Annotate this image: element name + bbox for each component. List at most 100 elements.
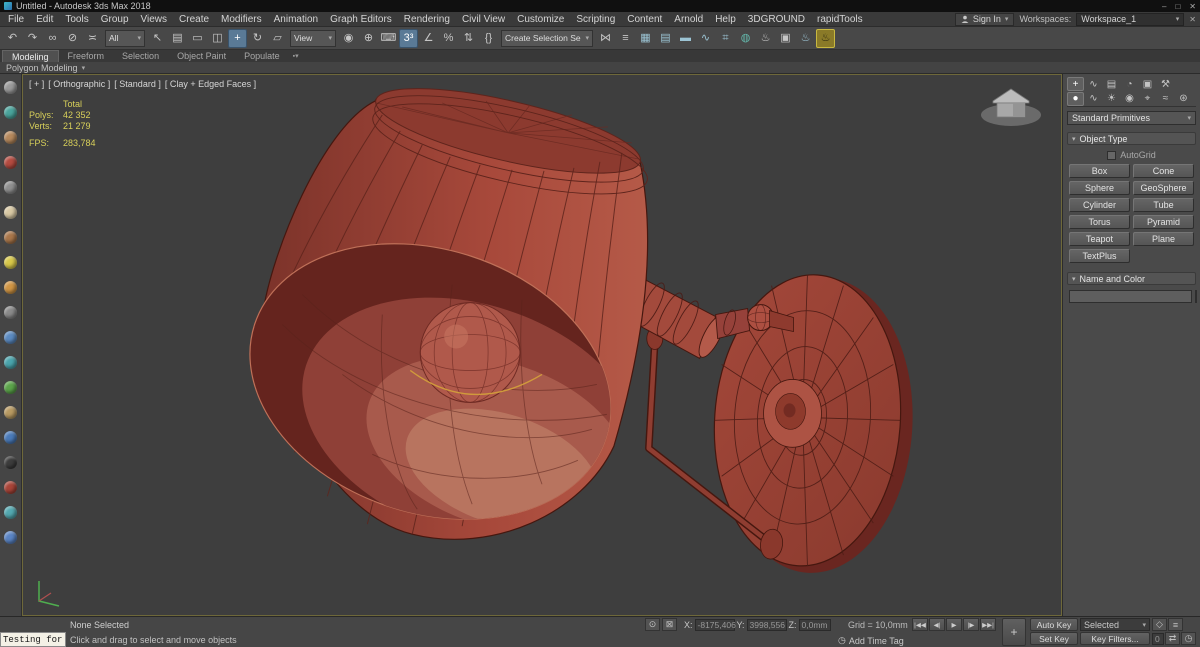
render-setup-icon[interactable]: ♨ [756, 29, 775, 48]
keyboard-shortcut-override-icon[interactable]: ⌨ [379, 29, 398, 48]
object-type-button[interactable]: Box [1069, 164, 1130, 178]
left-toolbar-icon[interactable] [3, 380, 19, 394]
ribbon-tab[interactable]: Modeling [2, 50, 59, 62]
curve-editor-icon[interactable]: ∿ [696, 29, 715, 48]
shapes-category[interactable]: ∿ [1085, 92, 1102, 106]
viewport[interactable]: [ + ] [ Orthographic ] [ Standard ] [ Cl… [22, 74, 1062, 616]
rendered-frame-icon[interactable]: ▣ [776, 29, 795, 48]
go-to-end-button[interactable]: ▶▶| [980, 618, 996, 631]
object-color-swatch[interactable] [1195, 290, 1197, 303]
redo-icon[interactable]: ↷ [23, 29, 42, 48]
select-and-link-icon[interactable]: ∞ [43, 29, 62, 48]
menu-item[interactable]: Graph Editors [324, 12, 398, 27]
primitives-dropdown[interactable]: Standard Primitives ▾ [1067, 111, 1196, 125]
left-toolbar-icon[interactable] [3, 305, 19, 319]
left-toolbar-icon[interactable] [3, 355, 19, 369]
snaps-toggle-icon[interactable]: 3³ [399, 28, 418, 48]
select-and-manipulate-icon[interactable]: ⊕ [359, 29, 378, 48]
menu-item[interactable]: Animation [268, 12, 324, 27]
viewcube[interactable] [973, 83, 1049, 129]
status-icon[interactable]: ≡ [1168, 618, 1183, 631]
ribbon-tab[interactable]: Object Paint [168, 50, 235, 62]
object-type-rollout[interactable]: ▾ Object Type [1067, 132, 1196, 145]
go-to-start-button[interactable]: |◀◀ [912, 618, 928, 631]
angle-snap-icon[interactable]: ∠ [419, 29, 438, 48]
spinner-snap-icon[interactable]: ⇅ [459, 29, 478, 48]
object-name-input[interactable] [1069, 290, 1192, 303]
ribbon-tab[interactable]: Selection [113, 50, 168, 62]
left-toolbar-icon[interactable] [3, 130, 19, 144]
systems-category[interactable]: ⊛ [1175, 92, 1192, 106]
lamp-model[interactable] [214, 75, 922, 583]
viewport-menu-pov[interactable]: [ Orthographic ] [48, 79, 110, 89]
menubar-close-icon[interactable]: ✕ [1189, 15, 1196, 24]
modify-tab[interactable]: ∿ [1085, 77, 1102, 91]
undo-icon[interactable]: ↶ [3, 29, 22, 48]
time-tag[interactable]: ◷ Add Time Tag [838, 635, 904, 646]
next-frame-button[interactable]: |▶ [963, 618, 979, 631]
set-key-button[interactable]: Set Key [1030, 632, 1078, 645]
create-tab[interactable]: + [1067, 77, 1084, 91]
left-toolbar-icon[interactable] [3, 180, 19, 194]
object-type-button[interactable]: TextPlus [1069, 249, 1130, 263]
object-type-button[interactable]: GeoSphere [1133, 181, 1194, 195]
name-color-rollout[interactable]: ▾ Name and Color [1067, 272, 1196, 285]
left-toolbar-icon[interactable] [3, 505, 19, 519]
close-button[interactable]: ✕ [1189, 2, 1196, 11]
reference-coordinate-dropdown[interactable]: View ▾ [290, 29, 336, 47]
ribbon-toggle-icon[interactable]: ▬ [676, 29, 695, 48]
menu-item[interactable]: File [2, 12, 30, 27]
rectangular-selection-region-icon[interactable]: ▭ [188, 29, 207, 48]
scene-explorer-icon[interactable]: ▦ [636, 29, 655, 48]
render-in-cloud-icon[interactable]: ♨ [796, 29, 815, 48]
z-coordinate-field[interactable]: 0,0mm [798, 619, 831, 631]
selection-lock-icon[interactable]: ⊠ [662, 618, 677, 631]
window-crossing-icon[interactable]: ◫ [208, 29, 227, 48]
object-type-button[interactable]: Tube [1133, 198, 1194, 212]
object-type-button[interactable]: Cylinder [1069, 198, 1130, 212]
workspace-dropdown[interactable]: Workspace_1 ▾ [1076, 12, 1185, 26]
motion-tab[interactable]: ◔ [1121, 77, 1138, 91]
material-editor-icon[interactable]: ◍ [736, 29, 755, 48]
y-coordinate-field[interactable]: 3998,556 [746, 619, 787, 631]
bind-to-space-warp-icon[interactable]: ≍ [83, 29, 102, 48]
object-type-button[interactable]: Torus [1069, 215, 1130, 229]
left-toolbar-icon[interactable] [3, 80, 19, 94]
left-toolbar-icon[interactable] [3, 280, 19, 294]
polygon-modeling-section[interactable]: Polygon Modeling [6, 63, 78, 73]
left-toolbar-icon[interactable] [3, 405, 19, 419]
percent-snap-icon[interactable]: % [439, 29, 458, 48]
schematic-view-icon[interactable]: ⌗ [716, 29, 735, 48]
use-pivot-point-icon[interactable]: ◉ [339, 29, 358, 48]
geometry-category[interactable]: ● [1067, 91, 1084, 106]
x-coordinate-field[interactable]: -8175,406 [694, 619, 736, 631]
isolate-selection-icon[interactable]: ⊙ [645, 618, 660, 631]
status-icon[interactable]: ◷ [1181, 632, 1196, 645]
menu-item[interactable]: Civil View [456, 12, 511, 27]
display-tab[interactable]: ▣ [1139, 77, 1156, 91]
viewport-menu-shading[interactable]: [ Clay + Edged Faces ] [165, 79, 256, 89]
sign-in-button[interactable]: Sign In ▾ [954, 12, 1015, 26]
ribbon-tab[interactable]: Freeform [59, 50, 114, 62]
ribbon-display-toggle-icon[interactable]: ▪▾ [293, 50, 299, 62]
align-icon[interactable]: ≡ [616, 29, 635, 48]
left-toolbar-icon[interactable] [3, 205, 19, 219]
menu-item[interactable]: Tools [59, 12, 94, 27]
select-object-icon[interactable]: ↖ [148, 29, 167, 48]
left-toolbar-icon[interactable] [3, 105, 19, 119]
key-filters-button[interactable]: Key Filters... [1080, 632, 1150, 645]
menu-item[interactable]: Content [621, 12, 668, 27]
left-toolbar-icon[interactable] [3, 330, 19, 344]
select-and-scale-icon[interactable]: ▱ [268, 29, 287, 48]
named-selection-sets-icon[interactable]: {} [479, 29, 498, 48]
key-selection-dropdown[interactable]: Selected ▾ [1080, 618, 1150, 631]
menu-item[interactable]: rapidTools [811, 12, 869, 27]
viewport-menu-renderer[interactable]: [ Standard ] [114, 79, 161, 89]
menu-item[interactable]: Group [95, 12, 135, 27]
menu-item[interactable]: Arnold [668, 12, 709, 27]
space-warps-category[interactable]: ≈ [1157, 92, 1174, 106]
menu-item[interactable]: 3DGROUND [742, 12, 811, 27]
object-type-button[interactable]: Pyramid [1133, 215, 1194, 229]
selection-filter-dropdown[interactable]: All ▾ [105, 29, 145, 47]
autogrid-checkbox[interactable] [1107, 150, 1117, 160]
